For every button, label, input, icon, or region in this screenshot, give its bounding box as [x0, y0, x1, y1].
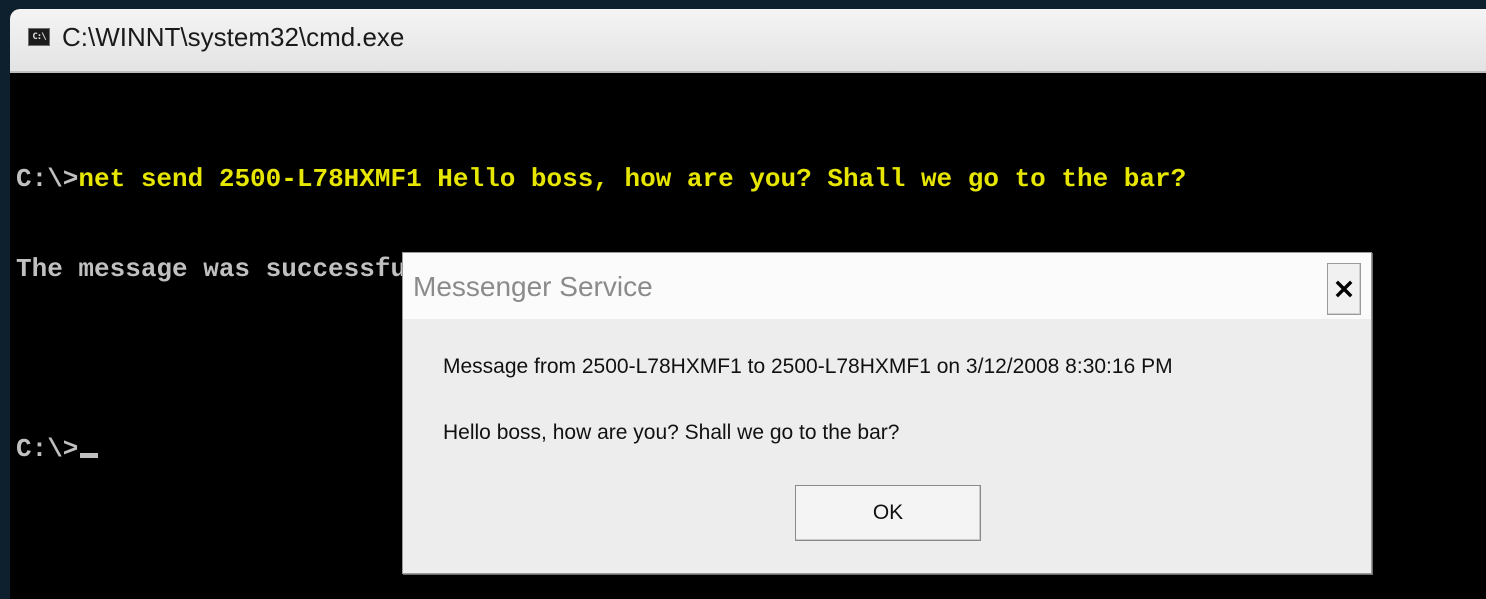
message-header: Message from 2500-L78HXMF1 to 2500-L78HX… — [443, 355, 1173, 378]
window-title: C:\WINNT\system32\cmd.exe — [62, 22, 405, 52]
cmd-window: C:\ C:\WINNT\system32\cmd.exe C:\>net se… — [10, 9, 1486, 599]
dialog-titlebar[interactable]: Messenger Service — [403, 253, 1371, 319]
close-icon — [1335, 280, 1353, 298]
cursor-icon — [80, 453, 99, 458]
dialog-body: Message from 2500-L78HXMF1 to 2500-L78HX… — [403, 319, 1371, 573]
messenger-service-dialog: Messenger Service Message from 2500-L78H… — [402, 252, 1372, 574]
console-line: C:\>net send 2500-L78HXMF1 Hello boss, h… — [16, 164, 1186, 194]
console-prompt: C:\> — [16, 164, 79, 194]
command-text: net send 2500-L78HXMF1 Hello boss, how a… — [78, 164, 1187, 194]
dialog-title: Messenger Service — [413, 271, 653, 302]
ok-button[interactable]: OK — [795, 485, 981, 541]
close-button[interactable] — [1327, 263, 1361, 315]
cmd-icon: C:\ — [28, 28, 50, 46]
window-titlebar[interactable]: C:\ C:\WINNT\system32\cmd.exe — [10, 9, 1486, 73]
message-text: Hello boss, how are you? Shall we go to … — [443, 421, 900, 444]
console-prompt: C:\> — [16, 434, 79, 464]
